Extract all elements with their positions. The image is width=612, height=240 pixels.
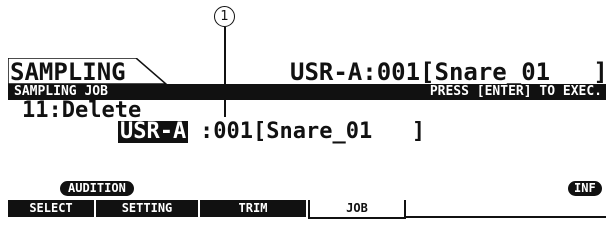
tab-setting[interactable]: SETTING <box>96 200 198 217</box>
bank-selector-cursor[interactable]: USR-A <box>118 121 189 143</box>
tab-bar-baseline <box>405 216 606 218</box>
subheader-instruction: PRESS [ENTER] TO EXEC. <box>429 84 602 99</box>
tab-job[interactable]: JOB <box>308 200 406 219</box>
audition-button[interactable]: AUDITION <box>60 181 134 196</box>
current-voice-readout: USR-A:001[Snare_01 ] <box>290 58 608 86</box>
callout-marker: 1 <box>214 6 235 27</box>
callout-leader-line <box>224 27 226 117</box>
tab-select[interactable]: SELECT <box>8 200 94 217</box>
info-button[interactable]: INF <box>568 181 602 196</box>
screen-title: SAMPLING <box>10 58 126 86</box>
tab-trim[interactable]: TRIM <box>200 200 306 217</box>
subheader-job-name: SAMPLING JOB <box>14 84 108 99</box>
target-sample-value[interactable]: :001[Snare_01 ] <box>200 121 425 143</box>
callout-number: 1 <box>220 9 229 24</box>
